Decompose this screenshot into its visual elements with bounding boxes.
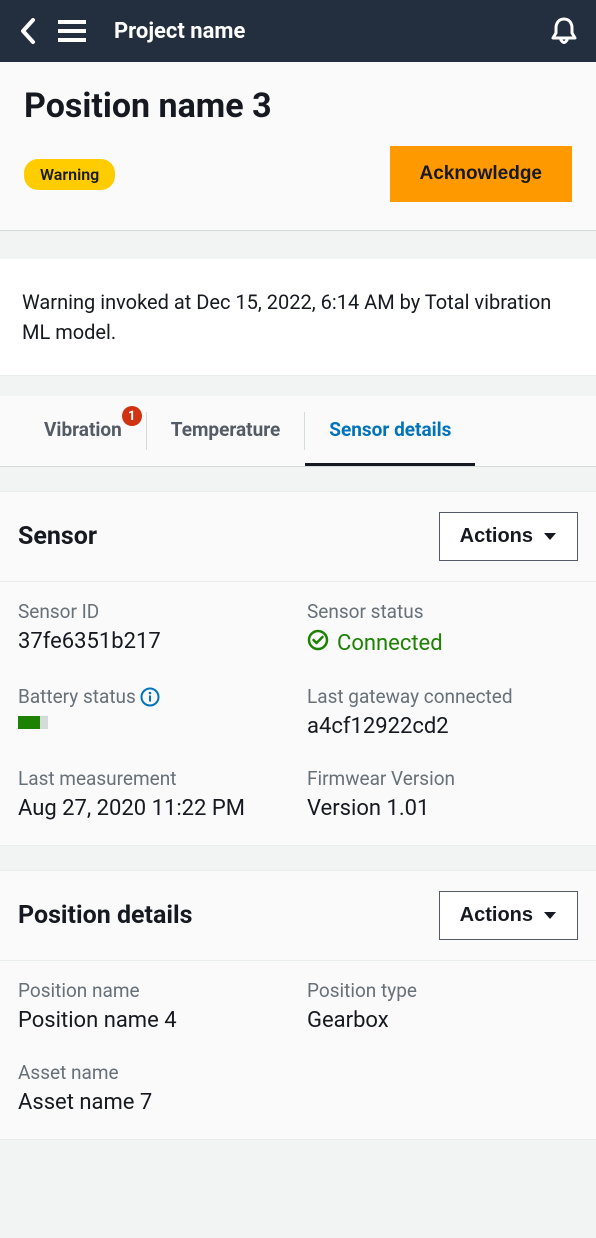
sensor-status-value: Connected xyxy=(307,629,578,657)
check-circle-icon xyxy=(307,629,329,657)
asset-name-value: Asset name 7 xyxy=(18,1090,289,1115)
position-details-section: Position details Actions Position name P… xyxy=(0,870,596,1140)
position-actions-label: Actions xyxy=(460,904,533,927)
warning-badge: Warning xyxy=(24,159,115,190)
position-type-value: Gearbox xyxy=(307,1008,578,1033)
position-type-field: Position type Gearbox xyxy=(307,979,578,1033)
battery-status-label: Battery status xyxy=(18,685,136,708)
notifications-bell-icon[interactable] xyxy=(550,16,578,46)
firmware-label: Firmwear Version xyxy=(307,767,578,790)
caret-down-icon xyxy=(543,525,557,548)
caret-down-icon xyxy=(543,904,557,927)
gateway-value: a4cf12922cd2 xyxy=(307,714,578,739)
warning-message-text: Warning invoked at Dec 15, 2022, 6:14 AM… xyxy=(22,290,551,344)
sensor-status-field: Sensor status Connected xyxy=(307,600,578,657)
warning-message-card: Warning invoked at Dec 15, 2022, 6:14 AM… xyxy=(0,259,596,376)
battery-level-indicator xyxy=(18,716,48,729)
last-measurement-field: Last measurement Aug 27, 2020 11:22 PM xyxy=(18,767,289,821)
last-measurement-label: Last measurement xyxy=(18,767,289,790)
sensor-status-text: Connected xyxy=(337,631,443,656)
tab-bar: Vibration 1 Temperature Sensor details xyxy=(0,396,596,467)
position-section-title: Position details xyxy=(18,901,192,930)
position-actions-button[interactable]: Actions xyxy=(439,891,578,940)
acknowledge-button[interactable]: Acknowledge xyxy=(390,146,572,202)
firmware-field: Firmwear Version Version 1.01 xyxy=(307,767,578,821)
sensor-status-label: Sensor status xyxy=(307,600,578,623)
back-icon[interactable] xyxy=(18,17,36,45)
position-name-field: Position name Position name 4 xyxy=(18,979,289,1033)
gateway-label: Last gateway connected xyxy=(307,685,578,708)
sensor-section: Sensor Actions Sensor ID 37fe6351b217 Se… xyxy=(0,491,596,846)
battery-status-field: Battery status xyxy=(18,685,289,739)
sensor-id-value: 37fe6351b217 xyxy=(18,629,289,654)
position-name-value: Position name 4 xyxy=(18,1008,289,1033)
tab-vibration[interactable]: Vibration 1 xyxy=(20,396,146,466)
position-title: Position name 3 xyxy=(24,86,572,126)
sensor-section-title: Sensor xyxy=(18,522,97,551)
hamburger-menu-icon[interactable] xyxy=(58,20,86,42)
tab-sensor-details[interactable]: Sensor details xyxy=(305,396,475,466)
info-icon[interactable] xyxy=(140,687,160,707)
tab-vibration-label: Vibration xyxy=(44,418,122,441)
gateway-field: Last gateway connected a4cf12922cd2 xyxy=(307,685,578,739)
header-section: Position name 3 Warning Acknowledge xyxy=(0,62,596,231)
position-name-label: Position name xyxy=(18,979,289,1002)
top-bar: Project name xyxy=(0,0,596,62)
sensor-id-label: Sensor ID xyxy=(18,600,289,623)
project-title: Project name xyxy=(114,19,245,44)
firmware-value: Version 1.01 xyxy=(307,796,578,821)
sensor-actions-label: Actions xyxy=(460,525,533,548)
sensor-id-field: Sensor ID 37fe6351b217 xyxy=(18,600,289,657)
sensor-actions-button[interactable]: Actions xyxy=(439,512,578,561)
asset-name-field: Asset name Asset name 7 xyxy=(18,1061,289,1115)
vibration-badge-count: 1 xyxy=(122,406,142,426)
last-measurement-value: Aug 27, 2020 11:22 PM xyxy=(18,796,289,821)
tab-temperature[interactable]: Temperature xyxy=(147,396,305,466)
asset-name-label: Asset name xyxy=(18,1061,289,1084)
tab-temperature-label: Temperature xyxy=(171,418,281,441)
position-type-label: Position type xyxy=(307,979,578,1002)
tab-sensor-details-label: Sensor details xyxy=(329,418,451,441)
